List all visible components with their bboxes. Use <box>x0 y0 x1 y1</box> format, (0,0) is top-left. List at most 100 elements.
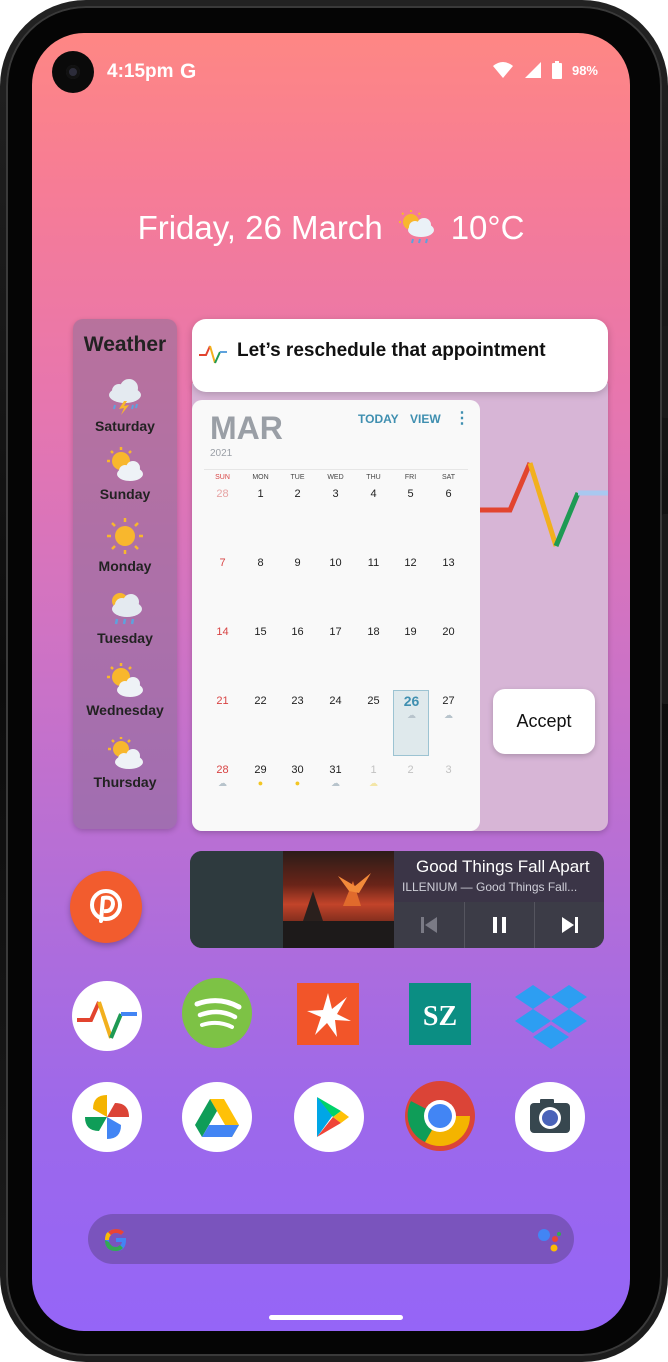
spotify-app[interactable] <box>181 977 253 1049</box>
dropbox-app[interactable] <box>511 979 587 1051</box>
calendar-day[interactable]: 1 <box>355 764 392 776</box>
weather-day[interactable]: Monday <box>73 517 177 574</box>
calendar-day[interactable]: 10 <box>317 557 354 569</box>
media-controls <box>394 902 604 948</box>
pause-button[interactable] <box>464 902 535 948</box>
calendar-day[interactable]: 4 <box>355 488 392 500</box>
calendar-day[interactable]: 29 <box>242 764 279 776</box>
media-background <box>190 851 284 948</box>
calendar-day[interactable]: 3 <box>317 488 354 500</box>
calendar-day[interactable]: 2 <box>392 764 429 776</box>
weather-day-label: Sunday <box>99 486 151 502</box>
weather-day[interactable]: Tuesday <box>73 589 177 646</box>
calendar-day[interactable]: 24 <box>317 695 354 707</box>
calendar-day[interactable]: 3 <box>430 764 467 776</box>
calendar-day[interactable]: 13 <box>430 557 467 569</box>
calendar-day[interactable]: 6 <box>430 488 467 500</box>
signal-icon <box>524 62 541 78</box>
cloud-icon: ☁ <box>218 778 227 788</box>
calendar-day[interactable]: 22 <box>242 695 279 707</box>
calendar-day[interactable]: 25 <box>355 695 392 707</box>
glance-date[interactable]: Friday, 26 March <box>138 209 383 247</box>
album-art[interactable] <box>283 851 394 948</box>
weather-day[interactable]: Saturday <box>73 377 177 434</box>
calendar-day[interactable]: 20 <box>430 626 467 638</box>
calendar-more-icon[interactable]: ⋮ <box>454 408 470 428</box>
photos-app[interactable] <box>71 1081 143 1153</box>
calendar-day[interactable]: 14 <box>204 626 241 638</box>
rain-cloud-icon: ☁ <box>444 710 453 720</box>
home-screen: 4:15pm G 98% Friday, 26 March 10°C Weath… <box>32 33 630 1331</box>
weekday-label: TUE <box>290 474 305 481</box>
calendar-day[interactable]: 17 <box>317 626 354 638</box>
calendar-day[interactable]: 9 <box>279 557 316 569</box>
calendar-today-number[interactable]: 26 <box>393 693 430 709</box>
calendar-day[interactable]: 21 <box>204 695 241 707</box>
calendar-widget[interactable]: MAR 2021 TODAY VIEW ⋮ SUN MON TUE WED TH… <box>192 400 480 831</box>
calendar-view-button[interactable]: VIEW <box>410 412 441 426</box>
track-title: Good Things Fall Apart <box>416 857 590 876</box>
previous-button[interactable] <box>394 902 464 948</box>
calendar-day[interactable]: 18 <box>355 626 392 638</box>
notification-card[interactable]: Let’s reschedule that appointment <box>192 319 608 392</box>
calendar-day[interactable]: 28 <box>204 488 241 500</box>
calendar-day[interactable]: 5 <box>392 488 429 500</box>
news-app[interactable] <box>293 979 365 1051</box>
pinterest-icon <box>90 889 122 923</box>
sz-icon: SZ <box>409 983 471 1045</box>
skip-previous-icon <box>421 917 437 933</box>
google-assistant-icon <box>538 1229 561 1252</box>
calendar-day[interactable]: 7 <box>204 557 241 569</box>
calendar-day[interactable]: 12 <box>392 557 429 569</box>
drive-app[interactable] <box>181 1081 253 1153</box>
weather-day[interactable]: Sunday <box>73 447 177 502</box>
google-search-bar[interactable] <box>88 1214 574 1264</box>
play-store-app[interactable] <box>293 1081 365 1153</box>
partly-cloudy-icon <box>107 447 143 481</box>
partly-cloudy-icon <box>107 663 143 697</box>
phone-frame: 4:15pm G 98% Friday, 26 March 10°C Weath… <box>0 0 668 1362</box>
track-artist: ILLENIUM — Good Things Fall... <box>402 880 578 894</box>
weather-widget[interactable]: Weather Saturday Sunday Monday Tuesday W… <box>73 319 177 829</box>
partly-cloudy-icon: ☁ <box>369 778 378 788</box>
pinterest-app[interactable] <box>70 871 142 943</box>
pulse-icon <box>72 981 142 1051</box>
weather-day[interactable]: Wednesday <box>73 663 177 718</box>
home-gesture-bar[interactable] <box>269 1315 403 1320</box>
chrome-app[interactable] <box>403 1079 475 1151</box>
media-player-widget[interactable]: Good Things Fall Apart ILLENIUM — Good T… <box>190 851 604 948</box>
calendar-day[interactable]: 11 <box>355 557 392 569</box>
calendar-day[interactable]: 1 <box>242 488 279 500</box>
weather-day-label: Tuesday <box>97 630 153 646</box>
calendar-day[interactable]: 31 <box>317 764 354 776</box>
calendar-day[interactable]: 15 <box>242 626 279 638</box>
status-bar: 4:15pm G 98% <box>32 33 630 111</box>
battery-percent: 98% <box>571 62 598 78</box>
front-camera <box>52 51 94 93</box>
glance-temperature[interactable]: 10°C <box>451 209 525 247</box>
camera-app[interactable] <box>514 1081 586 1153</box>
at-a-glance[interactable]: Friday, 26 March 10°C <box>32 209 630 247</box>
cloud-icon: ☁ <box>331 778 340 788</box>
accept-button[interactable]: Accept <box>493 689 595 754</box>
calendar-today-button[interactable]: TODAY <box>358 412 399 426</box>
calendar-day[interactable]: 30 <box>279 764 316 776</box>
calendar-day[interactable]: 19 <box>392 626 429 638</box>
sz-label: SZ <box>423 1001 457 1032</box>
dropbox-icon <box>515 985 587 1049</box>
calendar-day[interactable]: 2 <box>279 488 316 500</box>
cloud-icon: ☁ <box>407 710 416 720</box>
camera-icon <box>515 1082 585 1152</box>
next-button[interactable] <box>534 902 604 948</box>
calendar-day[interactable]: 16 <box>279 626 316 638</box>
spotify-icon <box>182 978 252 1048</box>
calendar-day[interactable]: 27 <box>430 695 467 707</box>
calendar-day[interactable]: 28 <box>204 764 241 776</box>
weather-day[interactable]: Thursday <box>73 737 177 790</box>
weather-day-label: Wednesday <box>86 702 164 718</box>
sz-app[interactable]: SZ <box>405 979 477 1051</box>
pulse-app[interactable] <box>71 980 143 1052</box>
album-art-image <box>283 873 394 948</box>
calendar-day[interactable]: 23 <box>279 695 316 707</box>
calendar-day[interactable]: 8 <box>242 557 279 569</box>
